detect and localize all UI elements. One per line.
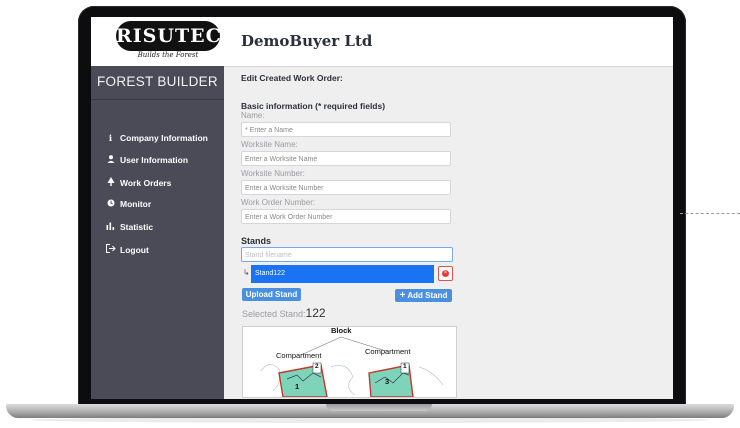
sidebar-item-company-information[interactable]: i Company Information <box>105 133 208 144</box>
diagram-compartment-number-2: 3 <box>385 377 390 386</box>
add-stand-button[interactable]: + Add Stand <box>395 289 452 302</box>
stand-list-item: ↳ Stand122 × <box>241 265 454 283</box>
sidebar-title: FOREST BUILDER <box>97 74 218 89</box>
user-icon <box>105 155 116 165</box>
work-order-number-label: Work Order Number: <box>241 198 316 207</box>
monitor-icon <box>105 199 116 209</box>
worksite-number-field[interactable]: Enter a Worksite Number <box>241 180 451 195</box>
plus-icon: + <box>399 290 406 301</box>
add-stand-label: Add Stand <box>407 291 448 300</box>
stand-item[interactable]: Stand122 <box>251 265 434 283</box>
laptop-shadow <box>30 417 710 423</box>
sidebar-item-user-information[interactable]: User Information <box>105 155 188 165</box>
remove-stand-button[interactable]: × <box>438 266 453 281</box>
sidebar-item-work-orders[interactable]: Work Orders <box>105 177 171 188</box>
page-title: Edit Created Work Order: <box>241 73 343 83</box>
company-title: DemoBuyer Ltd <box>241 32 373 50</box>
sidebar-item-label: Monitor <box>120 199 152 209</box>
dashed-connector-line <box>680 213 740 214</box>
diagram-block-label: Block <box>331 326 352 335</box>
diagram-boundary-mid <box>330 365 356 396</box>
bar-chart-icon <box>105 222 116 232</box>
diagram-compartment-number-1: 1 <box>295 382 300 391</box>
worksite-number-label: Worksite Number: <box>241 169 305 178</box>
laptop-notch <box>326 404 432 411</box>
diagram-boundary-left <box>260 364 281 392</box>
work-order-form: Edit Created Work Order: Basic informati… <box>241 66 661 399</box>
sidebar-item-statistic[interactable]: Statistic <box>105 222 153 232</box>
child-arrow-icon: ↳ <box>243 268 250 277</box>
risutec-logo[interactable]: RISUTEC Builds the Forest <box>116 21 221 63</box>
worksite-name-field[interactable]: Enter a Worksite Name <box>241 151 451 166</box>
diagram-sub-number-1: 2 <box>315 363 319 370</box>
work-order-number-field[interactable]: Enter a Work Order Number <box>241 209 451 224</box>
top-bar: RISUTEC Builds the Forest DemoBuyer Ltd <box>91 17 673 67</box>
sidebar-item-logout[interactable]: Logout <box>105 244 149 255</box>
diagram-graphic <box>260 336 444 397</box>
selected-stand-label: Selected Stand: <box>242 309 306 319</box>
app-screen: RISUTEC Builds the Forest DemoBuyer Ltd … <box>91 17 673 399</box>
diagram-boundary-right <box>418 366 444 386</box>
sidebar-item-monitor[interactable]: Monitor <box>105 199 151 209</box>
upload-stand-button[interactable]: Upload Stand <box>242 288 301 301</box>
logo-wordmark: RISUTEC <box>116 21 221 51</box>
info-icon: i <box>108 134 113 144</box>
diagram-compartment-label-2: Compartment <box>365 347 411 356</box>
selected-stand: Selected Stand:122 <box>242 306 326 320</box>
logo-tagline: Builds the Forest <box>137 51 199 59</box>
basic-info-title: Basic information (* required fields) <box>241 101 386 111</box>
sidebar-item-label: User Information <box>120 155 189 165</box>
logout-icon <box>105 244 116 255</box>
name-label: Name: <box>241 111 265 120</box>
sidebar: FOREST BUILDER i Company Information User… <box>91 66 224 399</box>
sidebar-divider <box>91 99 224 100</box>
diagram-compartment-label-1: Compartment <box>276 351 322 360</box>
tree-icon <box>105 177 116 188</box>
name-field[interactable]: * Enter a Name <box>241 122 451 137</box>
sidebar-item-label: Statistic <box>120 222 154 232</box>
sidebar-item-label: Work Orders <box>120 178 172 188</box>
diagram-sub-number-2: 1 <box>403 363 407 370</box>
stands-title: Stands <box>241 236 272 246</box>
close-icon: × <box>442 270 449 277</box>
selected-stand-value: 122 <box>305 306 326 320</box>
sidebar-item-label: Company Information <box>120 133 208 143</box>
worksite-name-label: Worksite Name: <box>241 140 298 149</box>
forest-structure-diagram: Block Compartment Compartment 1 3 2 1 <box>242 326 457 398</box>
sidebar-item-label: Logout <box>120 245 149 255</box>
stand-filename-field[interactable]: Stand filename <box>241 247 453 262</box>
